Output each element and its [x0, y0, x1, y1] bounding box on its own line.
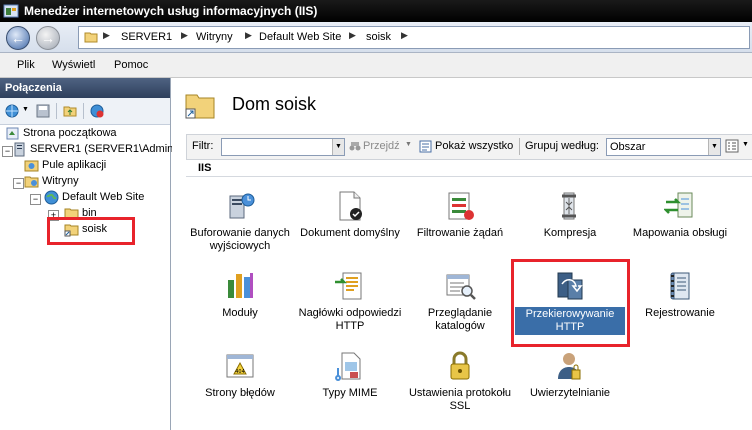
chevron-right-icon: ▶ — [349, 30, 356, 40]
binoculars-icon[interactable] — [349, 140, 361, 152]
collapse-default-site-toggle[interactable]: − — [30, 194, 41, 205]
navigation-bar: ← → ▶ SERVER1 ▶ Witryny ▶ Default Web Si… — [0, 22, 752, 53]
default-document-icon — [339, 191, 362, 221]
feature-directory-browsing[interactable]: Przeglądanie katalogów — [405, 270, 515, 333]
modules-icon — [228, 273, 253, 298]
lock-icon — [450, 351, 470, 380]
group-by-select[interactable]: Obszar ▼ — [606, 138, 721, 156]
toolbar-separator — [56, 103, 57, 119]
show-all-button[interactable]: Pokaż wszystko — [435, 140, 513, 152]
filter-bar: Filtr: ▼ Przejdź ▼ Pokaż wszystko Grupuj… — [186, 134, 752, 160]
show-all-icon[interactable] — [419, 140, 432, 153]
mime-types-icon — [335, 352, 361, 381]
window-title: Menedżer internetowych usług informacyjn… — [24, 4, 318, 18]
feature-authentication[interactable]: Uwierzytelnianie — [515, 350, 625, 400]
feature-output-caching[interactable]: Buforowanie danych wyjściowych — [185, 190, 295, 253]
svg-text:404: 404 — [235, 369, 245, 375]
iis-app-icon — [3, 4, 19, 18]
globe-icon — [44, 190, 59, 205]
feature-handler-mappings[interactable]: Mapowania obsługi — [625, 190, 735, 240]
connections-header: Połączenia — [0, 78, 170, 98]
features-view: Dom soisk Filtr: ▼ Przejdź ▼ Pokaż wszys… — [172, 78, 752, 430]
page-title: Dom soisk — [232, 94, 317, 114]
toolbar-separator — [83, 103, 84, 119]
feature-error-pages[interactable]: 404 Strony błędów — [185, 350, 295, 400]
filter-input[interactable]: ▼ — [221, 138, 345, 156]
view-mode-icon[interactable] — [725, 139, 739, 153]
feature-modules[interactable]: Moduły — [185, 270, 295, 320]
start-page-icon — [6, 127, 19, 140]
crumb-server[interactable]: SERVER1 — [121, 31, 172, 43]
feature-request-filtering[interactable]: Filtrowanie żądań — [405, 190, 515, 240]
section-divider — [186, 176, 752, 177]
compression-icon — [562, 192, 576, 220]
go-button[interactable]: Przejdź — [363, 140, 400, 152]
group-by-label: Grupuj według: — [525, 140, 599, 152]
section-heading-iis: IIS — [198, 162, 212, 174]
connections-pane: Połączenia ▼ Strona początkowa − SERVER1… — [0, 78, 184, 430]
chevron-right-icon: ▶ — [181, 30, 188, 40]
chevron-right-icon: ▶ — [103, 30, 110, 40]
filter-separator — [519, 138, 520, 155]
menu-help[interactable]: Pomoc — [114, 59, 148, 71]
directory-browsing-icon — [446, 274, 476, 300]
up-level-icon[interactable] — [63, 104, 77, 118]
feature-ssl-settings[interactable]: Ustawienia protokołu SSL — [405, 350, 515, 413]
crumb-default-site[interactable]: Default Web Site — [259, 31, 341, 43]
feature-compression[interactable]: Kompresja — [515, 190, 625, 240]
highlight-http-redirect — [511, 259, 630, 347]
window-title-bar: Menedżer internetowych usług informacyjn… — [0, 0, 752, 22]
feature-mime-types[interactable]: Typy MIME — [295, 350, 405, 400]
http-response-headers-icon — [335, 272, 362, 300]
back-button[interactable]: ← — [6, 26, 30, 50]
dropdown-arrow-icon[interactable]: ▼ — [22, 106, 29, 113]
logging-icon — [670, 272, 690, 300]
disconnect-icon[interactable] — [90, 104, 104, 118]
handler-mappings-icon — [664, 192, 693, 218]
folder-shortcut-large-icon — [185, 94, 215, 119]
menu-view[interactable]: Wyświetl — [52, 59, 95, 71]
feature-http-response-headers[interactable]: Nagłówki odpowiedzi HTTP — [295, 270, 405, 333]
menu-bar: Plik Wyświetl Pomoc — [0, 53, 752, 78]
server-icon — [14, 142, 25, 157]
sites-folder-icon — [24, 176, 39, 188]
authentication-user-icon — [558, 353, 581, 380]
menu-file[interactable]: Plik — [17, 59, 35, 71]
connect-globe-icon[interactable] — [5, 104, 19, 118]
address-breadcrumb[interactable]: ▶ SERVER1 ▶ Witryny ▶ Default Web Site ▶… — [78, 26, 750, 49]
crumb-soisk[interactable]: soisk — [366, 31, 391, 43]
dropdown-arrow-icon[interactable]: ▼ — [332, 139, 344, 155]
forward-button[interactable]: → — [36, 26, 60, 50]
feature-default-document[interactable]: Dokument domyślny — [295, 190, 405, 240]
connections-toolbar: ▼ — [0, 98, 170, 125]
output-caching-icon — [229, 193, 255, 219]
feature-logging[interactable]: Rejestrowanie — [625, 270, 735, 320]
error-pages-icon: 404 — [226, 354, 254, 378]
chevron-right-icon: ▶ — [245, 30, 252, 40]
dropdown-arrow-icon[interactable]: ▼ — [708, 139, 720, 155]
dropdown-arrow-icon[interactable]: ▼ — [742, 141, 749, 148]
highlight-soisk-node — [47, 217, 135, 245]
folder-icon — [84, 32, 98, 43]
chevron-right-icon: ▶ — [401, 30, 408, 40]
request-filtering-icon — [448, 192, 474, 220]
dropdown-arrow-icon[interactable]: ▼ — [405, 141, 412, 148]
filter-label: Filtr: — [192, 140, 214, 152]
collapse-sites-toggle[interactable]: − — [13, 178, 24, 189]
app-pools-icon — [24, 160, 39, 172]
save-icon[interactable] — [36, 104, 50, 118]
crumb-sites[interactable]: Witryny — [196, 31, 233, 43]
